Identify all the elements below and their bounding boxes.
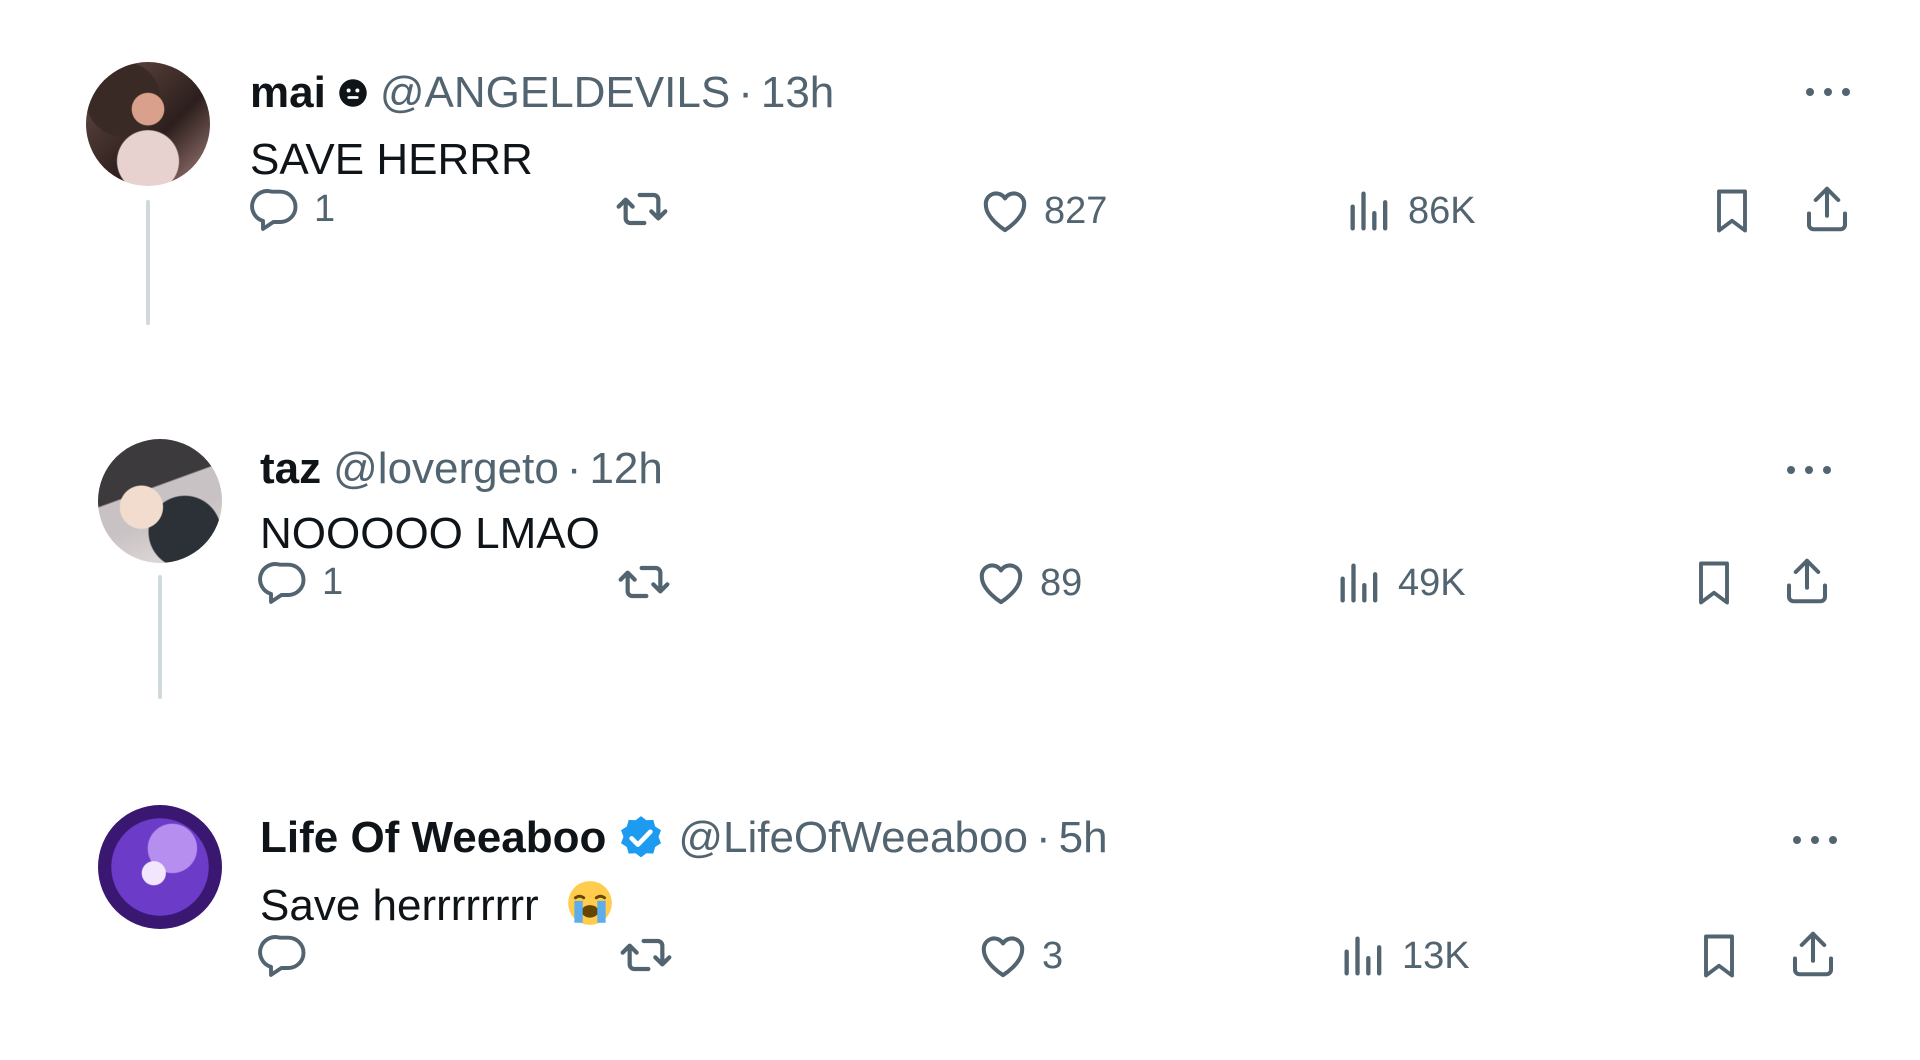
- tweet-text-container: Save herrrrrrrr: [260, 878, 615, 932]
- reply-count: 1: [322, 560, 344, 603]
- bookmark-button[interactable]: [1706, 181, 1758, 241]
- reply-count: 1: [314, 187, 336, 230]
- thread-line: [158, 575, 162, 699]
- separator: ·: [738, 68, 753, 117]
- like-count: 3: [1042, 934, 1064, 977]
- thread-line: [146, 200, 150, 325]
- timestamp[interactable]: 5h: [1059, 812, 1108, 864]
- avatar[interactable]: [98, 439, 222, 563]
- views-button[interactable]: 86K: [1344, 181, 1476, 241]
- views-chart-icon: [1344, 185, 1396, 237]
- like-button[interactable]: 3: [976, 926, 1063, 986]
- tweet-header: mai @ANGELDEVILS · 13h: [250, 67, 834, 119]
- bookmark-button[interactable]: [1693, 926, 1745, 986]
- more-dot-icon: [1823, 466, 1831, 474]
- reply-icon: [258, 556, 310, 608]
- verified-badge-icon[interactable]: [616, 813, 666, 863]
- reply-button[interactable]: 1: [258, 552, 343, 612]
- more-dot-icon: [1805, 466, 1813, 474]
- more-dot-icon: [1829, 836, 1837, 844]
- more-dot-icon: [1793, 836, 1801, 844]
- loudly-crying-face-icon: [568, 881, 612, 925]
- retweet-button[interactable]: [616, 552, 672, 612]
- display-name[interactable]: Life Of Weeaboo: [260, 812, 606, 864]
- avatar[interactable]: [98, 805, 222, 929]
- reply-button[interactable]: [258, 925, 322, 985]
- retweet-icon: [618, 927, 674, 983]
- like-count: 89: [1040, 561, 1083, 604]
- share-button[interactable]: [1780, 551, 1834, 611]
- heart-icon: [974, 556, 1028, 610]
- retweet-icon: [614, 181, 670, 237]
- share-button[interactable]: [1800, 179, 1854, 239]
- more-dot-icon: [1842, 88, 1850, 96]
- reply-button[interactable]: 1: [250, 179, 335, 239]
- view-count: 13K: [1402, 934, 1470, 977]
- retweet-icon: [616, 554, 672, 610]
- more-dot-icon: [1806, 88, 1814, 96]
- display-name[interactable]: mai: [250, 67, 326, 119]
- retweet-button[interactable]: [618, 925, 674, 985]
- reply-feed: mai @ANGELDEVILS · 13h SAVE HERRR 1 827: [0, 0, 1920, 1060]
- share-icon: [1786, 927, 1840, 981]
- avatar[interactable]: [86, 62, 210, 186]
- bookmark-button[interactable]: [1688, 553, 1740, 613]
- like-count: 827: [1044, 189, 1108, 232]
- timestamp[interactable]: 12h: [589, 443, 662, 495]
- handle[interactable]: @ANGELDEVILS: [380, 67, 730, 119]
- more-options-button[interactable]: [1793, 830, 1837, 850]
- view-count: 86K: [1408, 189, 1476, 232]
- tweet-header: Life Of Weeaboo @LifeOfWeeaboo · 5h: [260, 812, 1108, 864]
- share-button[interactable]: [1786, 924, 1840, 984]
- more-dot-icon: [1811, 836, 1819, 844]
- share-icon: [1800, 182, 1854, 236]
- bookmark-icon: [1706, 185, 1758, 237]
- heart-icon: [978, 184, 1032, 238]
- face-emoji-icon: [339, 79, 367, 107]
- share-icon: [1780, 554, 1834, 608]
- separator: ·: [566, 444, 582, 493]
- like-button[interactable]: 827: [978, 181, 1107, 241]
- more-options-button[interactable]: [1806, 82, 1850, 102]
- more-dot-icon: [1787, 466, 1795, 474]
- view-count: 49K: [1398, 561, 1466, 604]
- bookmark-icon: [1693, 930, 1745, 982]
- reply-icon: [250, 183, 302, 235]
- like-button[interactable]: 89: [974, 553, 1082, 613]
- bookmark-icon: [1688, 557, 1740, 609]
- tweet-header: taz @lovergeto · 12h: [260, 443, 663, 495]
- views-chart-icon: [1334, 557, 1386, 609]
- handle[interactable]: @LifeOfWeeaboo: [678, 812, 1028, 864]
- tweet-text: Save herrrrrrrr: [260, 881, 539, 930]
- reply-icon: [258, 929, 310, 981]
- views-chart-icon: [1338, 930, 1390, 982]
- retweet-button[interactable]: [614, 179, 670, 239]
- separator: ·: [1035, 813, 1051, 862]
- timestamp[interactable]: 13h: [761, 67, 834, 119]
- handle[interactable]: @lovergeto: [333, 443, 559, 495]
- display-name[interactable]: taz: [260, 443, 321, 495]
- views-button[interactable]: 49K: [1334, 553, 1466, 613]
- views-button[interactable]: 13K: [1338, 926, 1470, 986]
- more-dot-icon: [1824, 88, 1832, 96]
- heart-icon: [976, 929, 1030, 983]
- more-options-button[interactable]: [1787, 460, 1831, 480]
